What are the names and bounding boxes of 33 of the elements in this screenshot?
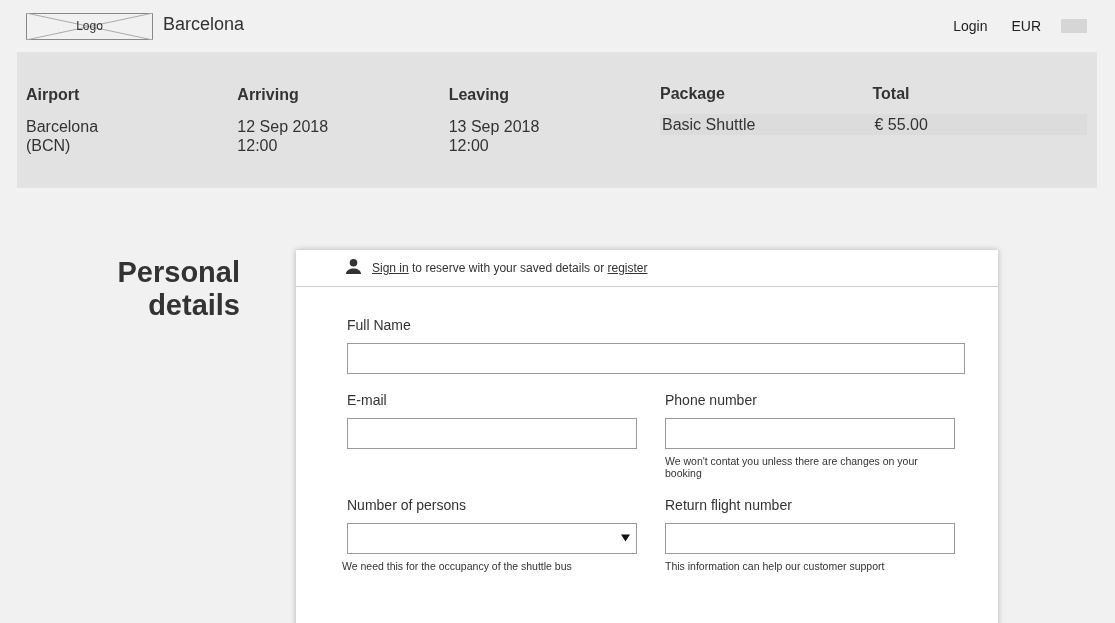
currency-selector[interactable]: EUR bbox=[1011, 18, 1041, 34]
total-price: € 55.00 bbox=[874, 115, 929, 134]
input-field[interactable] bbox=[347, 418, 637, 449]
summary-heading: Airport bbox=[26, 86, 81, 104]
help-text: We need this for the occupancy of the shuttle bus bbox=[342, 560, 573, 572]
field-label: E-mail bbox=[347, 392, 388, 408]
sign-in-link[interactable]: Sign in bbox=[372, 261, 409, 275]
section-title: Personal details bbox=[116, 256, 240, 323]
input-field[interactable] bbox=[347, 343, 965, 374]
summary-heading: Leaving bbox=[448, 86, 511, 104]
sign-in-prompt: Sign in to reserve with your saved details or register bbox=[372, 261, 648, 275]
summary-value: Barcelona (BCN) bbox=[26, 117, 100, 155]
summary-heading: Package bbox=[660, 85, 726, 103]
summary-value: 13 Sep 2018 12:00 bbox=[448, 117, 541, 155]
logo-text: Logo bbox=[76, 19, 103, 33]
summary-heading: Total bbox=[872, 85, 911, 103]
help-text: We won't contat you unless there are changes on your booking bbox=[665, 455, 919, 479]
login-link[interactable]: Login bbox=[953, 18, 988, 34]
register-link[interactable]: register bbox=[607, 261, 648, 275]
field-label: Return flight number bbox=[665, 497, 793, 513]
summary-value: 12 Sep 2018 12:00 bbox=[237, 117, 330, 155]
package-name: Basic Shuttle bbox=[661, 115, 757, 134]
field-label: Number of persons bbox=[347, 497, 468, 513]
field-label: Phone number bbox=[665, 392, 758, 408]
dropdown-field[interactable] bbox=[347, 523, 637, 554]
caret-icon bbox=[621, 534, 630, 542]
field-label: Full Name bbox=[347, 317, 412, 333]
site-title: Barcelona bbox=[163, 13, 245, 35]
help-text: This information can help our customer support bbox=[665, 560, 886, 572]
input-field[interactable] bbox=[665, 523, 955, 554]
input-field[interactable] bbox=[665, 418, 955, 449]
summary-heading: Arriving bbox=[237, 86, 300, 104]
person-icon bbox=[345, 257, 362, 275]
